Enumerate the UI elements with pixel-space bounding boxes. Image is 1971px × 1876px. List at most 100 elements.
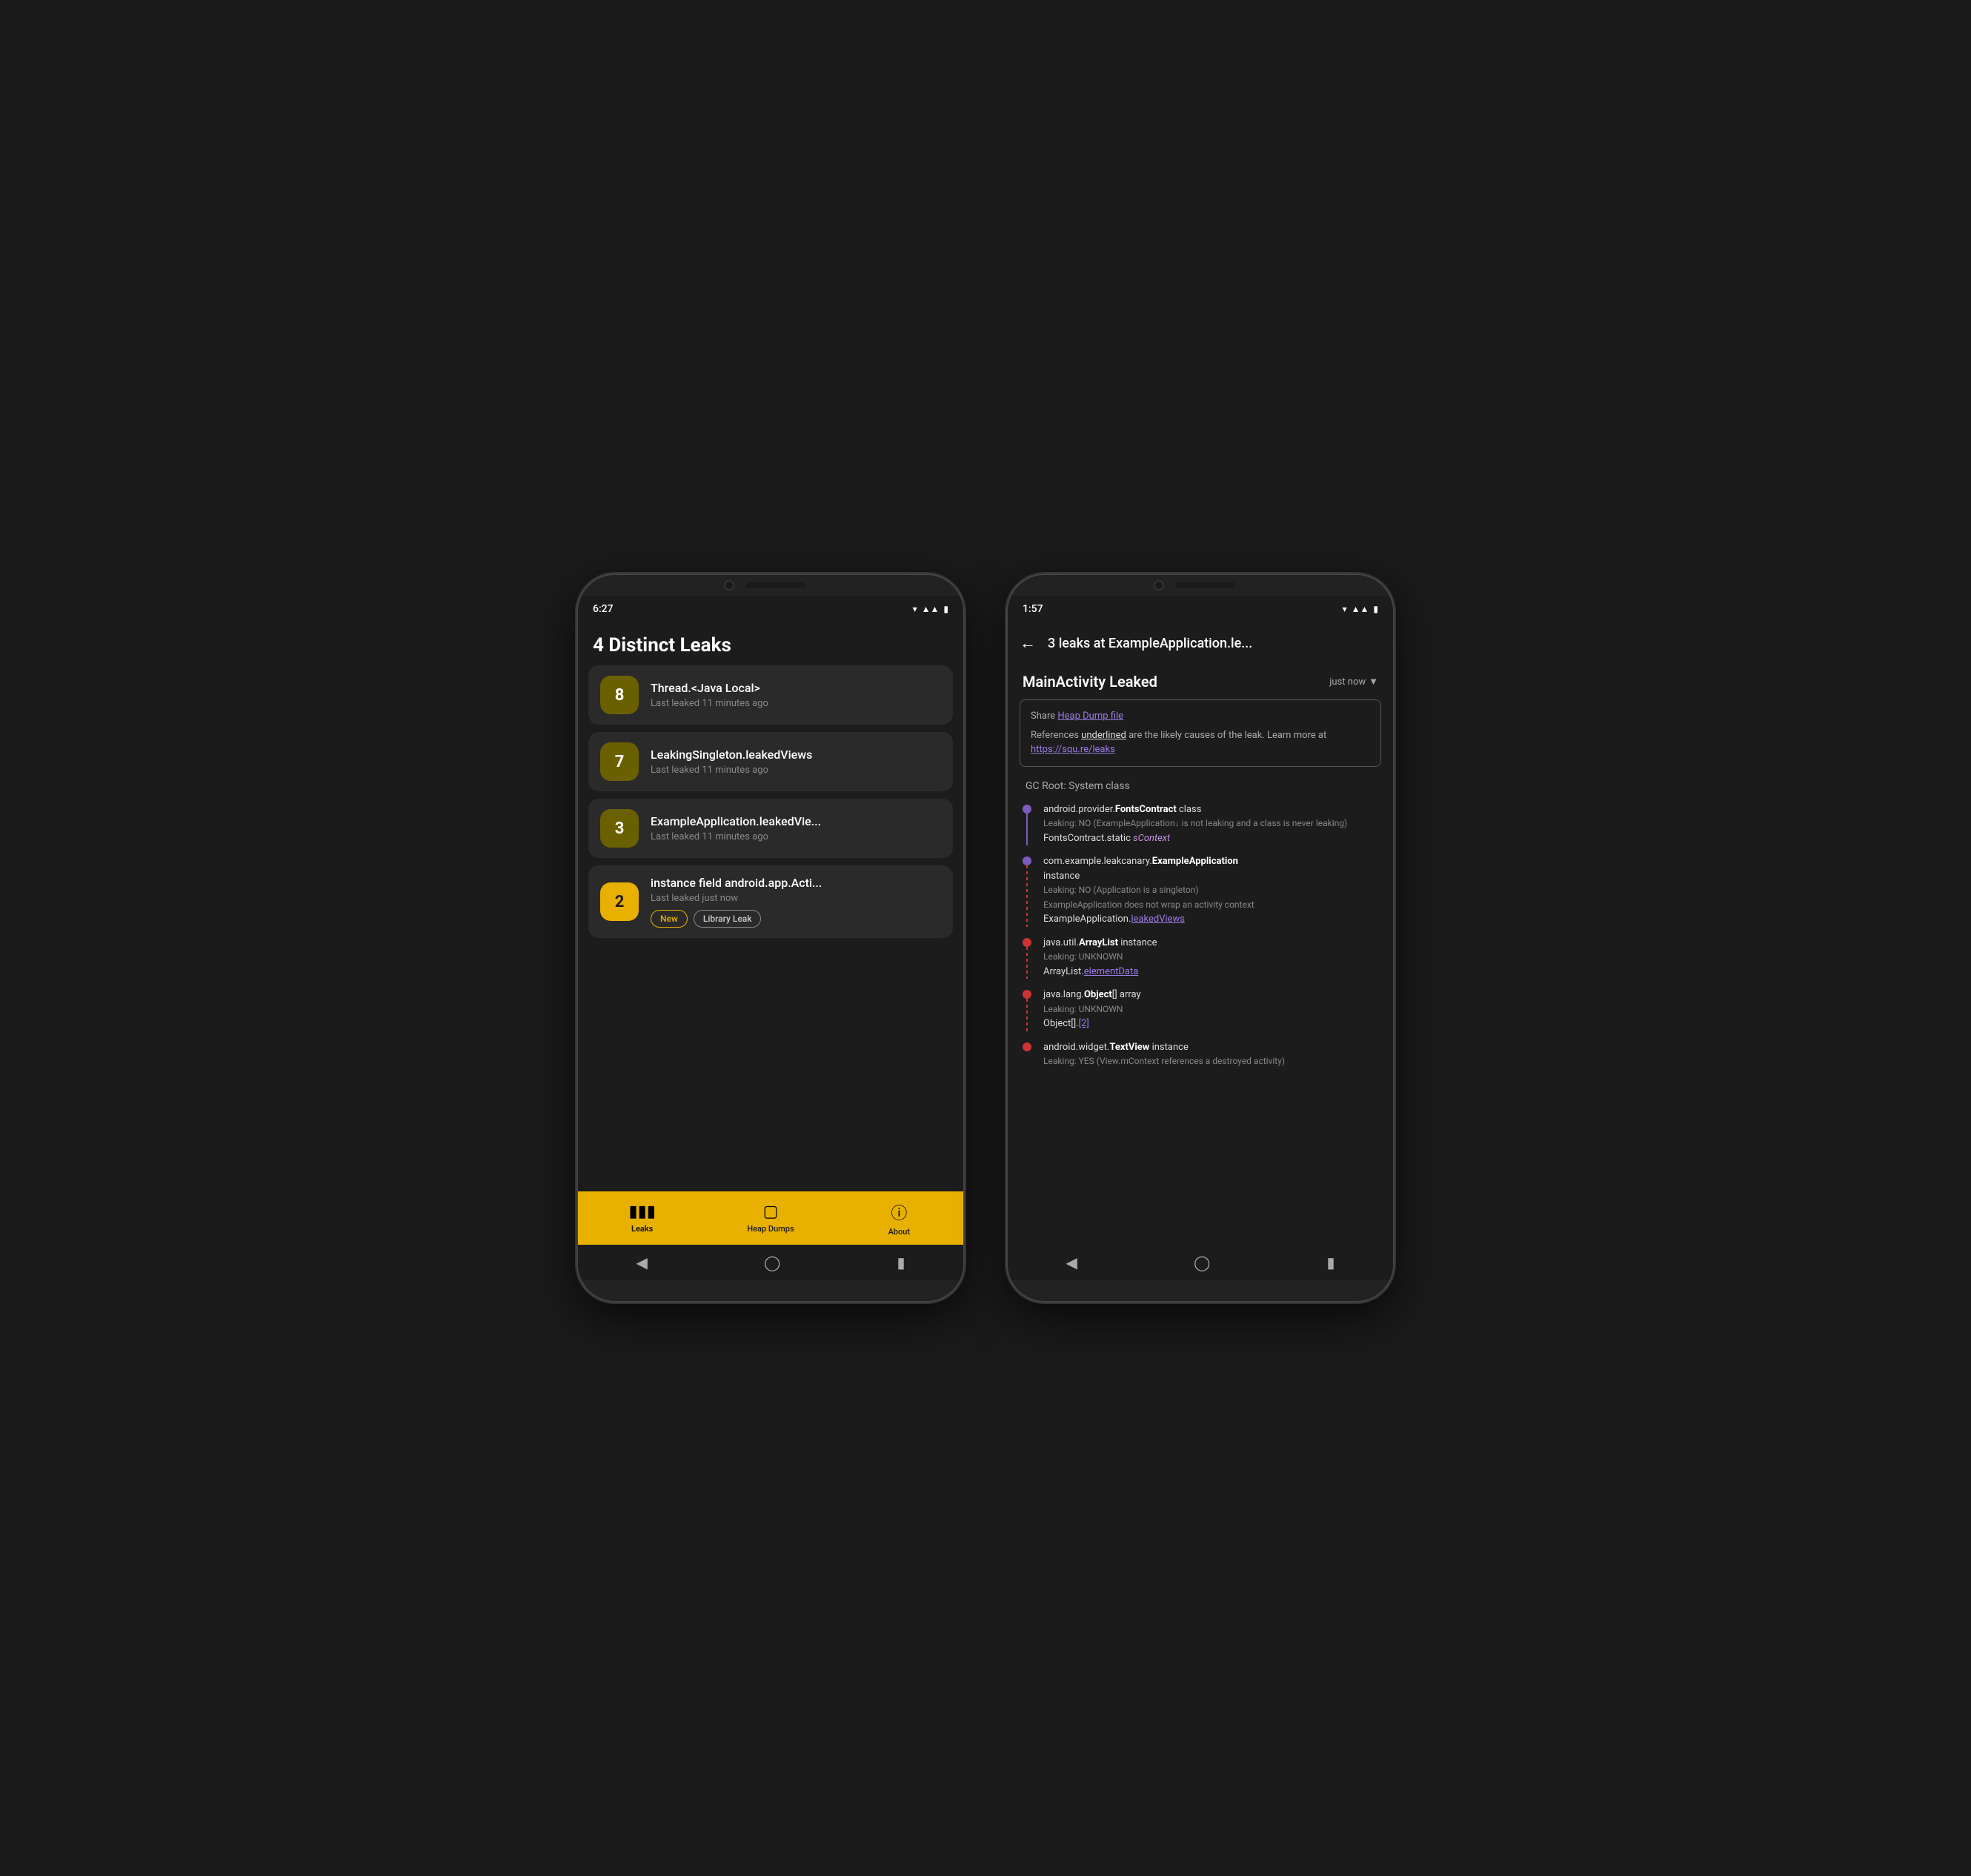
nav-about-label: About [888,1227,911,1237]
trace-classname-2: com.example.leakcanary.ExampleApplicatio… [1043,854,1381,927]
references-line: References underlined are the likely cau… [1031,728,1370,757]
trace-item-5: android.widget.TextView instance Leaking… [1020,1040,1381,1069]
learn-more-link[interactable]: https://squ.re/leaks [1031,744,1115,755]
share-line: Share Heap Dump file [1031,709,1370,724]
trace-item-2: com.example.leakcanary.ExampleApplicatio… [1020,854,1381,927]
info-box: Share Heap Dump file References underlin… [1020,699,1381,767]
time-2: 1:57 [1023,603,1043,615]
about-icon: ⓘ [891,1200,907,1224]
speaker-1 [746,582,805,588]
speaker-2 [1176,582,1235,588]
trace-connector-4 [1026,999,1028,1031]
android-nav-1: ◀ ◯ ▮ [578,1245,963,1280]
trace-item-3: java.util.ArrayList instance Leaking: UN… [1020,936,1381,979]
tag-new: New [651,910,688,928]
trace-dot-4 [1023,990,1031,999]
leak-badge-2: 7 [600,742,639,781]
leaks-screen: 4 Distinct Leaks 8 Thread.<Java Local> L… [578,622,963,1245]
trace-line-col-5 [1020,1040,1034,1069]
phone-top-1 [578,575,963,596]
list-item[interactable]: 2 instance field android.app.Acti... Las… [588,865,953,938]
signal-icon: ▲▲ [922,604,940,614]
leak-info-2: LeakingSingleton.leakedViews Last leaked… [651,748,941,776]
heap-dump-link[interactable]: Heap Dump file [1057,711,1123,722]
trace-text-2: com.example.leakcanary.ExampleApplicatio… [1043,854,1381,927]
trace-classname-4: java.lang.Object[] array Leaking: UNKNOW… [1043,988,1381,1031]
leak-time-2: Last leaked 11 minutes ago [651,765,941,776]
trace-item-1: android.provider.FontsContract class Lea… [1020,802,1381,846]
battery-icon: ▮ [943,604,948,614]
nav-leaks-label: Leaks [631,1224,653,1234]
camera-1 [724,580,734,591]
camera-2 [1154,580,1164,591]
trace-classname-5: android.widget.TextView instance Leaking… [1043,1040,1381,1069]
trace-text-5: android.widget.TextView instance Leaking… [1043,1040,1381,1069]
leak-name-4: instance field android.app.Acti... [651,876,941,890]
trace-connector-3 [1026,947,1028,979]
leak-badge-4: 2 [600,882,639,921]
app-bar-title: 3 leaks at ExampleApplication.le... [1048,636,1381,651]
trace-connector-1 [1026,814,1028,846]
home-button[interactable]: ◯ [764,1254,780,1271]
back-button[interactable]: ◀ [636,1254,648,1271]
trace-text-3: java.util.ArrayList instance Leaking: UN… [1043,936,1381,979]
wifi-icon-2: ▾ [1343,604,1347,614]
recents-button-2[interactable]: ▮ [1326,1254,1335,1271]
trace-item-4: java.lang.Object[] array Leaking: UNKNOW… [1020,988,1381,1031]
home-button-2[interactable]: ◯ [1194,1254,1210,1271]
status-icons-2: ▾ ▲▲ ▮ [1343,604,1378,614]
phone-top-2 [1008,575,1393,596]
list-item[interactable]: 7 LeakingSingleton.leakedViews Last leak… [588,732,953,791]
heap-dumps-icon: ▢ [763,1203,779,1221]
nav-heap-dumps-label: Heap Dumps [747,1224,794,1234]
leak-list: 8 Thread.<Java Local> Last leaked 11 min… [578,665,963,1191]
status-bar-2: 1:57 ▾ ▲▲ ▮ [1008,596,1393,622]
trace-line-col-2 [1020,854,1034,927]
detail-title: MainActivity Leaked [1023,673,1157,691]
leak-info-3: ExampleApplication.leakedVie... Last lea… [651,814,941,842]
leak-info-1: Thread.<Java Local> Last leaked 11 minut… [651,681,941,709]
phone-bottom-2 [1008,1280,1393,1301]
leaks-icon: ▮▮▮ [629,1203,656,1221]
leak-tags: New Library Leak [651,910,941,928]
list-item[interactable]: 3 ExampleApplication.leakedVie... Last l… [588,799,953,858]
phone-1: 6:27 ▾ ▲▲ ▮ 4 Distinct Leaks 8 Thread.<J… [578,575,963,1301]
wifi-icon: ▾ [913,604,917,614]
underlined-text: underlined [1081,730,1126,741]
bottom-nav: ▮▮▮ Leaks ▢ Heap Dumps ⓘ About [578,1191,963,1245]
trace-dot-5 [1023,1042,1031,1051]
screen-1: 6:27 ▾ ▲▲ ▮ 4 Distinct Leaks 8 Thread.<J… [578,596,963,1280]
leak-badge-3: 3 [600,809,639,848]
trace-line-col-4 [1020,988,1034,1031]
trace-text-1: android.provider.FontsContract class Lea… [1043,802,1381,846]
leak-time-3: Last leaked 11 minutes ago [651,831,941,842]
trace-dot-1 [1023,805,1031,814]
status-bar-1: 6:27 ▾ ▲▲ ▮ [578,596,963,622]
leak-badge-1: 8 [600,676,639,714]
leak-time-4: Last leaked just now [651,893,941,904]
screen-2: 1:57 ▾ ▲▲ ▮ ← 3 leaks at ExampleApplicat… [1008,596,1393,1280]
nav-leaks[interactable]: ▮▮▮ Leaks [578,1203,706,1234]
detail-time: just now ▼ [1329,676,1378,688]
phone-2: 1:57 ▾ ▲▲ ▮ ← 3 leaks at ExampleApplicat… [1008,575,1393,1301]
gc-root: GC Root: System class [1020,780,1381,792]
nav-heap-dumps[interactable]: ▢ Heap Dumps [706,1203,834,1234]
back-arrow-icon[interactable]: ← [1020,633,1036,653]
recents-button[interactable]: ▮ [897,1254,905,1271]
trace-dot-2 [1023,856,1031,865]
trace-classname-1: android.provider.FontsContract class Lea… [1043,802,1381,846]
leak-name-2: LeakingSingleton.leakedViews [651,748,941,762]
leak-name-3: ExampleApplication.leakedVie... [651,814,941,828]
dropdown-icon[interactable]: ▼ [1369,676,1378,688]
android-nav-2: ◀ ◯ ▮ [1008,1245,1393,1280]
list-item[interactable]: 8 Thread.<Java Local> Last leaked 11 min… [588,665,953,725]
trace-line-col-3 [1020,936,1034,979]
nav-about[interactable]: ⓘ About [835,1200,963,1237]
trace-text-4: java.lang.Object[] array Leaking: UNKNOW… [1043,988,1381,1031]
time-1: 6:27 [593,603,614,615]
phone-bottom-1 [578,1280,963,1301]
status-icons-1: ▾ ▲▲ ▮ [913,604,948,614]
back-button-2[interactable]: ◀ [1066,1254,1077,1271]
leak-info-4: instance field android.app.Acti... Last … [651,876,941,928]
detail-header: MainActivity Leaked just now ▼ [1008,664,1393,699]
